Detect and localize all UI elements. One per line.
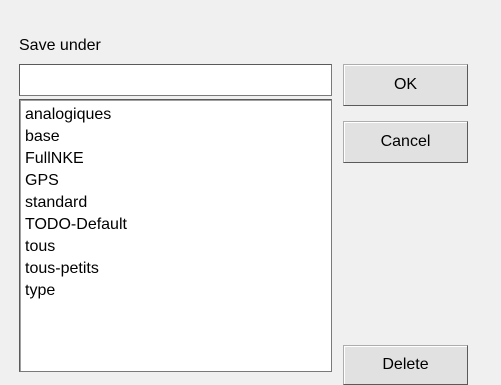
saved-configs-list[interactable]: analogiques base FullNKE GPS standard TO… xyxy=(19,99,332,372)
list-item[interactable]: GPS xyxy=(25,170,331,192)
list-item[interactable]: tous-petits xyxy=(25,258,331,280)
list-item[interactable]: standard xyxy=(25,192,331,214)
delete-button[interactable]: Delete xyxy=(343,345,468,385)
list-item[interactable]: type xyxy=(25,280,331,302)
list-item[interactable]: analogiques xyxy=(25,104,331,126)
list-item[interactable]: TODO-Default xyxy=(25,214,331,236)
cancel-button[interactable]: Cancel xyxy=(343,121,468,163)
list-item[interactable]: FullNKE xyxy=(25,148,331,170)
list-item[interactable]: tous xyxy=(25,236,331,258)
list-item[interactable]: base xyxy=(25,126,331,148)
save-under-label: Save under xyxy=(19,37,101,54)
save-name-input[interactable] xyxy=(19,64,332,96)
ok-button[interactable]: OK xyxy=(343,64,468,106)
